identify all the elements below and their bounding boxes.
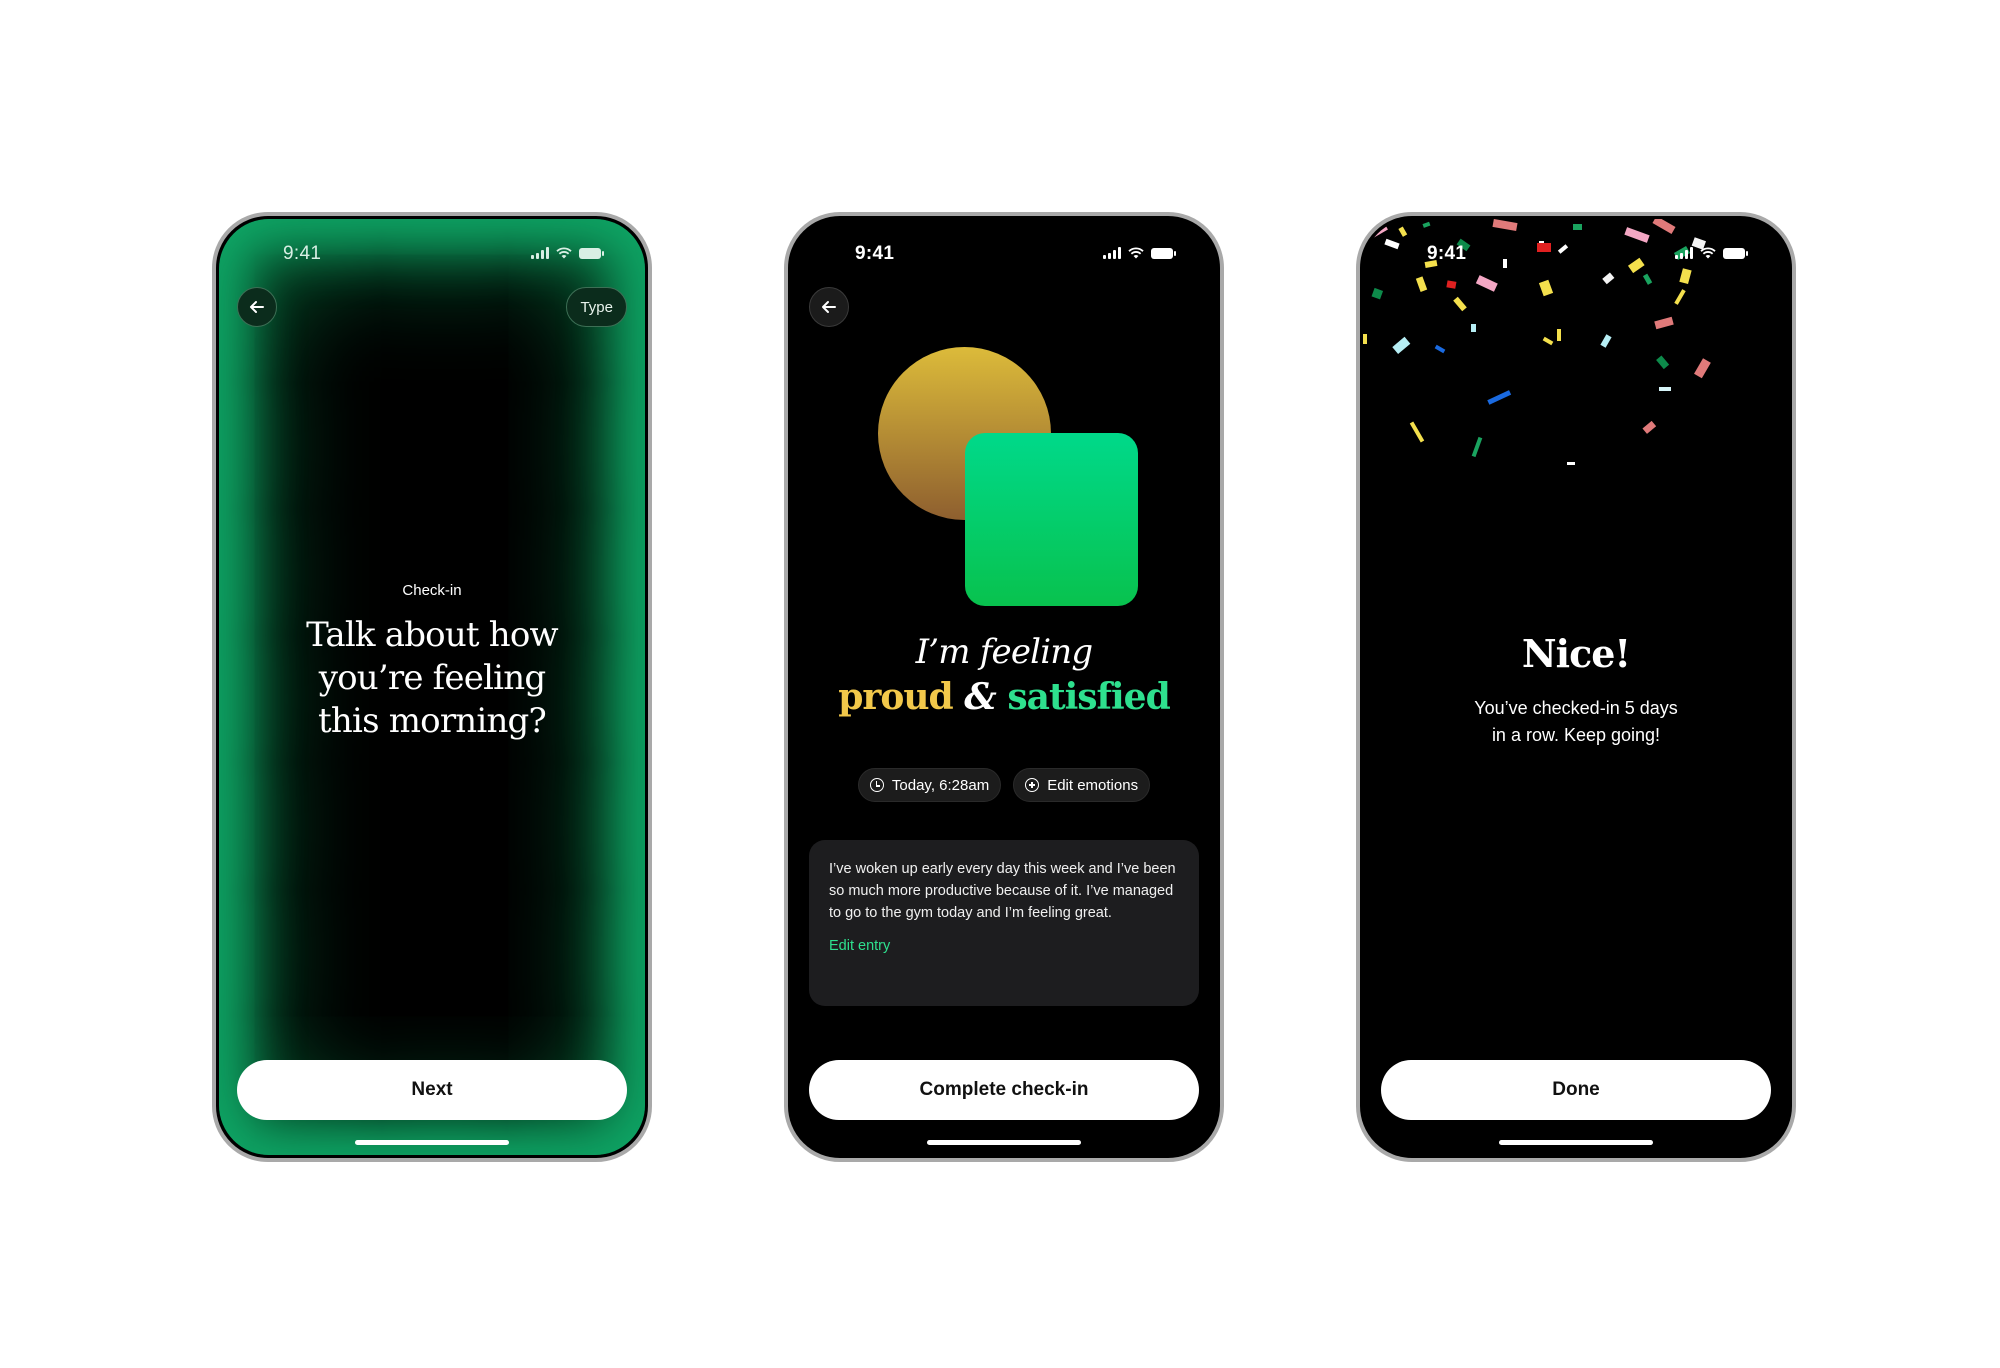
- meta-chips: Today, 6:28am Edit emotions: [791, 768, 1217, 802]
- journal-entry-card: I’ve woken up early every day this week …: [809, 840, 1199, 1006]
- plus-circle-icon: [1025, 778, 1040, 792]
- clock-icon: [869, 778, 884, 792]
- wifi-icon: [1128, 247, 1144, 259]
- wifi-icon: [1700, 247, 1716, 259]
- feeling-emotions: proud & satisfied: [791, 676, 1217, 718]
- wifi-icon: [556, 247, 572, 259]
- back-button[interactable]: [809, 287, 849, 327]
- emotion-satisfied: satisfied: [1007, 676, 1170, 718]
- status-icons: [1103, 247, 1176, 259]
- edit-entry-link[interactable]: Edit entry: [829, 938, 1179, 954]
- question-line: you’re feeling: [318, 658, 546, 698]
- status-time: 9:41: [283, 243, 322, 264]
- screen-checkin-success: 9:41 Nice! You’ve checked-in 5 days in a…: [1363, 219, 1789, 1155]
- showcase-canvas: 9:41 Type Check-in Talk about how you’re…: [0, 0, 2000, 1368]
- phone-checkin-prompt: 9:41 Type Check-in Talk about how you’re…: [212, 212, 652, 1162]
- edit-emotions-label: Edit emotions: [1047, 776, 1139, 794]
- phone-checkin-summary: 9:41 I’m feeling proud & satisfied Today…: [784, 212, 1224, 1162]
- emotion-square-shape: [965, 433, 1138, 606]
- cellular-signal-icon: [531, 247, 549, 259]
- emotion-connector: &: [964, 676, 997, 718]
- timestamp-chip[interactable]: Today, 6:28am: [857, 768, 1002, 802]
- done-button[interactable]: Done: [1381, 1060, 1771, 1120]
- success-line: You’ve checked-in 5 days: [1474, 698, 1678, 718]
- status-bar: 9:41: [1363, 219, 1789, 299]
- timestamp-label: Today, 6:28am: [891, 776, 990, 794]
- status-icons: [531, 247, 604, 259]
- arrow-left-icon: [250, 301, 264, 313]
- emotion-proud: proud: [838, 676, 953, 718]
- checkin-label: Check-in: [402, 582, 462, 599]
- battery-icon: [579, 248, 604, 259]
- screen-checkin-summary: 9:41 I’m feeling proud & satisfied Today…: [791, 219, 1217, 1155]
- battery-icon: [1723, 248, 1748, 259]
- status-time: 9:41: [855, 243, 895, 264]
- feeling-prefix: I’m feeling: [915, 632, 1094, 672]
- status-icons: [1675, 247, 1748, 259]
- status-time: 9:41: [1427, 243, 1467, 264]
- arrow-left-icon: [822, 301, 836, 313]
- complete-checkin-button[interactable]: Complete check-in: [809, 1060, 1199, 1120]
- back-button[interactable]: [237, 287, 277, 327]
- question-line: Talk about how: [306, 615, 559, 655]
- status-bar: 9:41: [791, 219, 1217, 299]
- home-indicator[interactable]: [355, 1140, 509, 1145]
- cellular-signal-icon: [1675, 247, 1693, 259]
- home-indicator[interactable]: [1499, 1140, 1653, 1145]
- battery-icon: [1151, 248, 1176, 259]
- next-button[interactable]: Next: [237, 1060, 627, 1120]
- home-indicator[interactable]: [927, 1140, 1081, 1145]
- type-button[interactable]: Type: [566, 287, 627, 327]
- success-line: in a row. Keep going!: [1491, 725, 1661, 745]
- edit-emotions-chip[interactable]: Edit emotions: [1013, 768, 1151, 802]
- checkin-question: Talk about how you’re feeling this morni…: [259, 614, 605, 743]
- phone-checkin-success: 9:41 Nice! You’ve checked-in 5 days in a…: [1356, 212, 1796, 1162]
- success-message: You’ve checked-in 5 days in a row. Keep …: [1423, 695, 1729, 749]
- success-title: Nice!: [1521, 631, 1631, 676]
- question-line: this morning?: [318, 701, 547, 741]
- screen-checkin-prompt: 9:41 Type Check-in Talk about how you’re…: [219, 219, 645, 1155]
- cellular-signal-icon: [1103, 247, 1121, 259]
- entry-text: I’ve woken up early every day this week …: [829, 861, 1176, 921]
